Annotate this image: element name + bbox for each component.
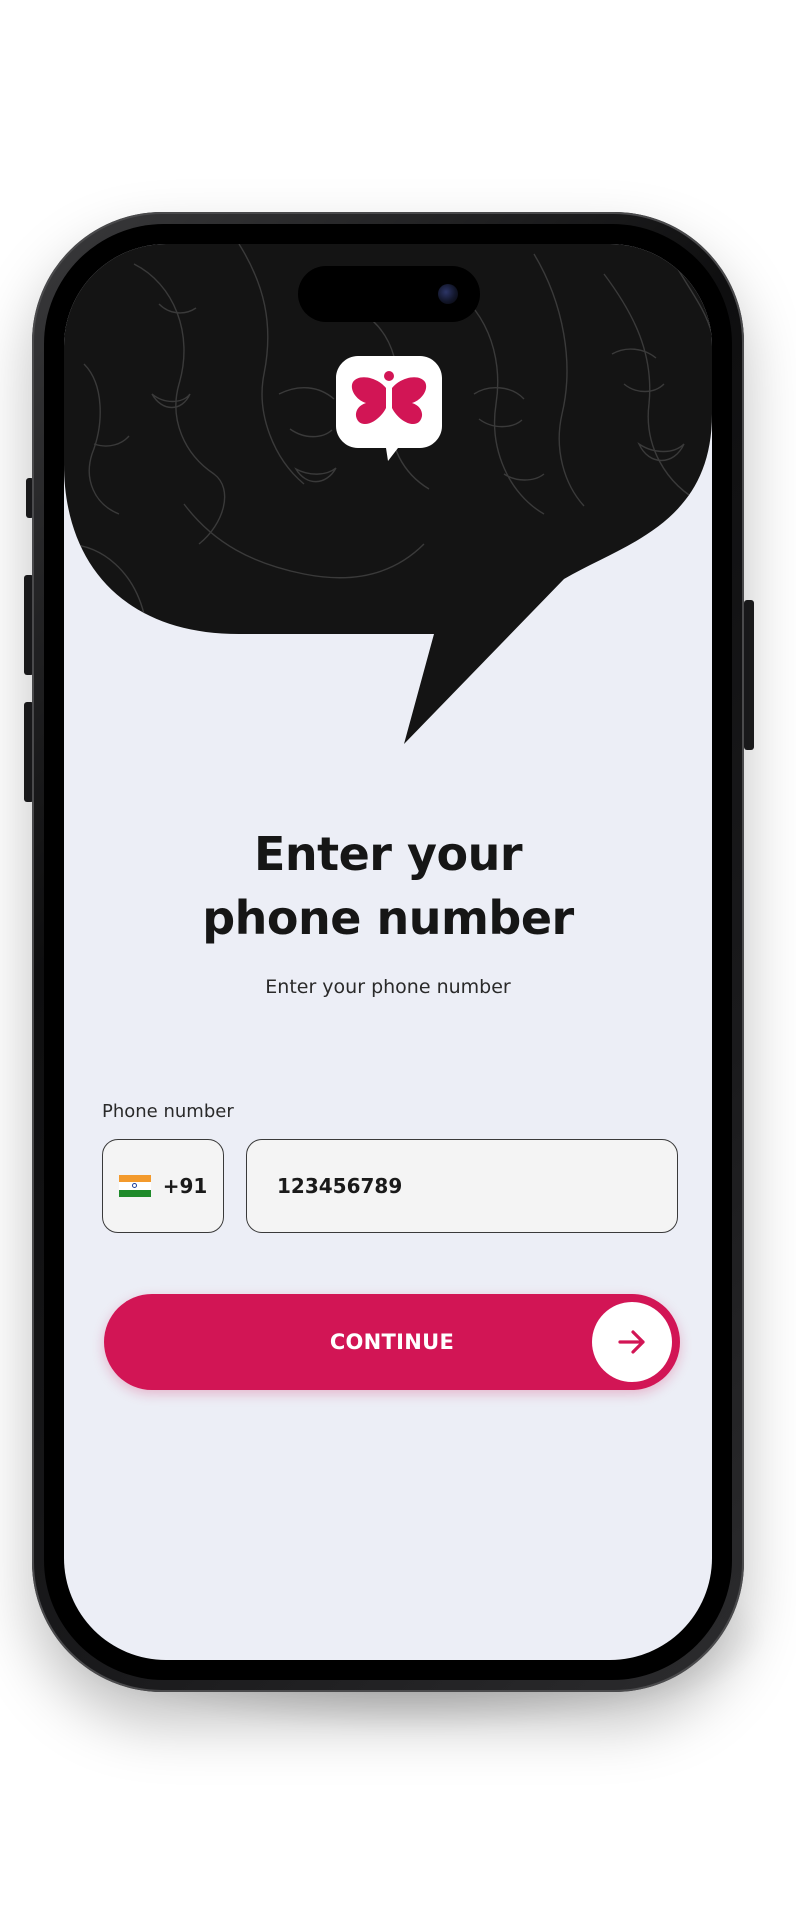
country-code-text: +91 [162,1174,208,1198]
title-line-2: phone number [202,891,574,945]
mockup-stage: Enter your phone number Enter your phone… [0,0,796,1920]
power-button [744,600,754,750]
phone-number-label: Phone number [102,1101,234,1122]
app-screen: Enter your phone number Enter your phone… [64,244,712,1660]
login-form: Enter your phone number Enter your phone… [64,244,712,1660]
title-line-1: Enter your [253,827,523,881]
arrow-right-icon [592,1302,672,1382]
country-code-selector[interactable]: +91 [102,1139,224,1233]
page-subtitle: Enter your phone number [265,976,511,998]
continue-button[interactable]: CONTINUE [104,1294,680,1390]
page-title: Enter your phone number [104,822,672,950]
india-flag-icon [118,1175,151,1197]
phone-number-input[interactable] [246,1139,678,1233]
